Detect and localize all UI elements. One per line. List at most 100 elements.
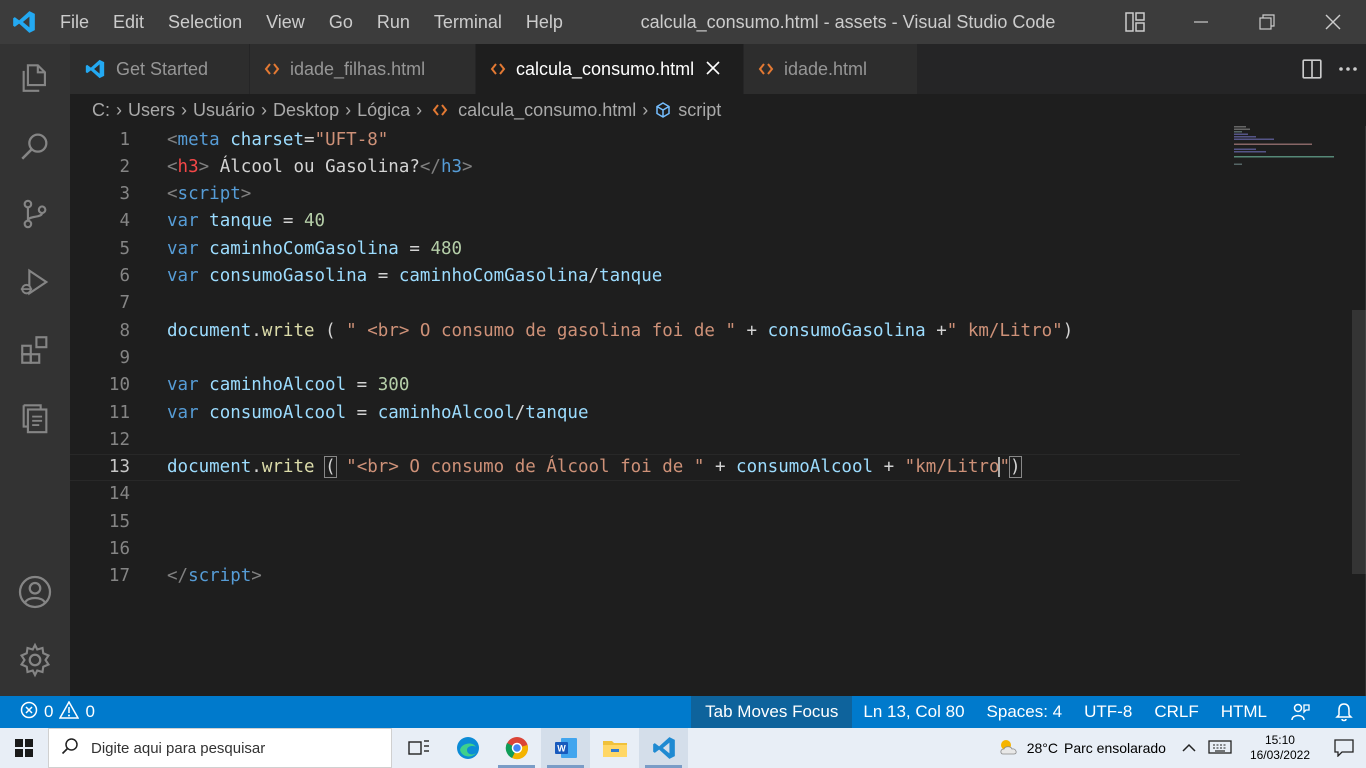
weather-widget[interactable]: 28°C Parc ensolarado bbox=[987, 737, 1176, 760]
restore-button[interactable] bbox=[1234, 0, 1300, 44]
tab-label: idade.html bbox=[784, 58, 868, 79]
problems-indicator[interactable]: 0 0 bbox=[0, 699, 95, 724]
code-text: var caminhoComGasolina = 480 bbox=[167, 238, 463, 259]
tab-idade[interactable]: idade.html bbox=[744, 44, 918, 94]
chevron-right-icon: › bbox=[261, 99, 268, 120]
code-line[interactable]: 8 document.write ( " <br> O consumo de ga… bbox=[70, 317, 1240, 344]
code-editor[interactable]: 1 <meta charset="UFT-8" 2 <h3> Álcool ou Ga… bbox=[70, 126, 1366, 696]
code-line[interactable]: 10 var caminhoAlcool = 300 bbox=[70, 372, 1240, 399]
windows-taskbar: Digite aqui para pesquisar W 28°C Parc e… bbox=[0, 728, 1366, 768]
code-line[interactable]: 13 document.write ( "<br> O consumo de Ál… bbox=[70, 453, 1240, 481]
explorer-icon[interactable] bbox=[0, 44, 70, 112]
search-icon bbox=[61, 737, 79, 759]
breadcrumb: C: › Users › Usuário › Desktop › Lógica … bbox=[70, 94, 1366, 126]
notifications-bell-icon[interactable] bbox=[1322, 696, 1366, 728]
line-number: 14 bbox=[108, 484, 130, 505]
more-actions-icon[interactable] bbox=[1330, 44, 1366, 94]
line-number: 13 bbox=[108, 457, 130, 478]
menu-go[interactable]: Go bbox=[317, 0, 365, 44]
clock[interactable]: 15:10 16/03/2022 bbox=[1238, 733, 1322, 763]
line-number: 2 bbox=[119, 156, 130, 177]
edge-browser-icon[interactable] bbox=[443, 728, 492, 768]
vscode-taskbar-icon[interactable] bbox=[639, 728, 688, 768]
menu-selection[interactable]: Selection bbox=[156, 0, 254, 44]
menu-edit[interactable]: Edit bbox=[101, 0, 156, 44]
indentation[interactable]: Spaces: 4 bbox=[976, 696, 1074, 728]
code-line[interactable]: 14 bbox=[70, 481, 1240, 508]
menu-terminal[interactable]: Terminal bbox=[422, 0, 514, 44]
breadcrumb-item[interactable]: calcula_consumo.html bbox=[458, 100, 636, 121]
close-window-button[interactable] bbox=[1300, 0, 1366, 44]
line-number: 7 bbox=[119, 293, 130, 314]
code-line[interactable]: 15 bbox=[70, 508, 1240, 535]
tab-idade-filhas[interactable]: idade_filhas.html bbox=[250, 44, 476, 94]
line-number: 10 bbox=[108, 375, 130, 396]
file-explorer-icon[interactable] bbox=[590, 728, 639, 768]
code-line[interactable]: 17 </script> bbox=[70, 563, 1240, 590]
menu-view[interactable]: View bbox=[254, 0, 317, 44]
manage-gear-icon[interactable] bbox=[0, 626, 70, 694]
code-line[interactable]: 16 bbox=[70, 536, 1240, 563]
code-line[interactable]: 12 bbox=[70, 426, 1240, 453]
code-line[interactable]: 2 <h3> Álcool ou Gasolina?</h3> bbox=[70, 153, 1240, 180]
line-number: 5 bbox=[119, 238, 130, 259]
search-icon[interactable] bbox=[0, 112, 70, 180]
split-editor-icon[interactable] bbox=[1294, 44, 1330, 94]
notification-center-icon[interactable] bbox=[1322, 739, 1366, 757]
code-line[interactable]: 6 var consumoGasolina = caminhoComGasolin… bbox=[70, 263, 1240, 290]
warning-count: 0 bbox=[85, 702, 95, 721]
vscode-logo-icon bbox=[0, 0, 48, 44]
source-control-icon[interactable] bbox=[0, 180, 70, 248]
menu-run[interactable]: Run bbox=[365, 0, 422, 44]
word-app-icon[interactable]: W bbox=[541, 728, 590, 768]
minimize-button[interactable] bbox=[1168, 0, 1234, 44]
code-line[interactable]: 9 bbox=[70, 344, 1240, 371]
code-line[interactable]: 7 bbox=[70, 290, 1240, 317]
vertical-scrollbar[interactable] bbox=[1352, 310, 1366, 574]
line-number: 3 bbox=[119, 184, 130, 205]
code-line[interactable]: 11 var consumoAlcool = caminhoAlcool/tanq… bbox=[70, 399, 1240, 426]
task-view-icon[interactable] bbox=[394, 728, 443, 768]
encoding[interactable]: UTF-8 bbox=[1073, 696, 1143, 728]
breadcrumb-item[interactable]: Lógica bbox=[357, 100, 410, 121]
html-icon bbox=[758, 61, 774, 77]
chrome-browser-icon[interactable] bbox=[492, 728, 541, 768]
keyboard-icon[interactable] bbox=[1202, 739, 1238, 758]
minimap[interactable] bbox=[1234, 126, 1344, 186]
breadcrumb-item[interactable]: Usuário bbox=[193, 100, 255, 121]
close-tab-icon[interactable] bbox=[706, 58, 720, 81]
warning-icon bbox=[59, 699, 80, 724]
cursor-position[interactable]: Ln 13, Col 80 bbox=[852, 696, 975, 728]
tab-calcula-consumo[interactable]: calcula_consumo.html bbox=[476, 44, 744, 94]
code-line[interactable]: 1 <meta charset="UFT-8" bbox=[70, 126, 1240, 153]
system-tray: 28°C Parc ensolarado 15:10 16/03/2022 bbox=[987, 728, 1366, 768]
breadcrumb-item[interactable]: C: bbox=[92, 100, 110, 121]
line-number: 16 bbox=[108, 539, 130, 559]
taskbar-search-box[interactable]: Digite aqui para pesquisar bbox=[48, 728, 392, 768]
menu-file[interactable]: File bbox=[48, 0, 101, 44]
windows-start-icon[interactable] bbox=[0, 728, 48, 768]
language-mode[interactable]: HTML bbox=[1210, 696, 1278, 728]
code-line[interactable]: 5 var caminhoComGasolina = 480 bbox=[70, 235, 1240, 262]
chevron-up-icon[interactable] bbox=[1176, 740, 1202, 756]
breadcrumb-item[interactable]: Users bbox=[128, 100, 175, 121]
breadcrumb-item[interactable]: script bbox=[678, 100, 721, 121]
layout-icon[interactable] bbox=[1102, 0, 1168, 44]
menu-help[interactable]: Help bbox=[514, 0, 575, 44]
account-icon[interactable] bbox=[0, 558, 70, 626]
tab-moves-focus-toggle[interactable]: Tab Moves Focus bbox=[691, 696, 853, 728]
breadcrumb-item[interactable]: Desktop bbox=[273, 100, 339, 121]
feedback-icon[interactable] bbox=[1278, 696, 1322, 728]
code-line[interactable]: 3 <script> bbox=[70, 181, 1240, 208]
editor-tabs: Get Started idade_filhas.html calcula_co… bbox=[70, 44, 1366, 94]
extensions-icon[interactable] bbox=[0, 316, 70, 384]
code-text: var consumoGasolina = caminhoComGasolina… bbox=[167, 266, 663, 286]
tab-get-started[interactable]: Get Started bbox=[70, 44, 250, 94]
remote-explorer-icon[interactable] bbox=[0, 384, 70, 452]
run-debug-icon[interactable] bbox=[0, 248, 70, 316]
end-of-line[interactable]: CRLF bbox=[1143, 696, 1209, 728]
vscode-logo-icon bbox=[84, 58, 106, 80]
weather-description: Parc ensolarado bbox=[1063, 740, 1166, 756]
code-text: var consumoAlcool = caminhoAlcool/tanque bbox=[167, 402, 589, 423]
code-line[interactable]: 4 var tanque = 40 bbox=[70, 208, 1240, 235]
